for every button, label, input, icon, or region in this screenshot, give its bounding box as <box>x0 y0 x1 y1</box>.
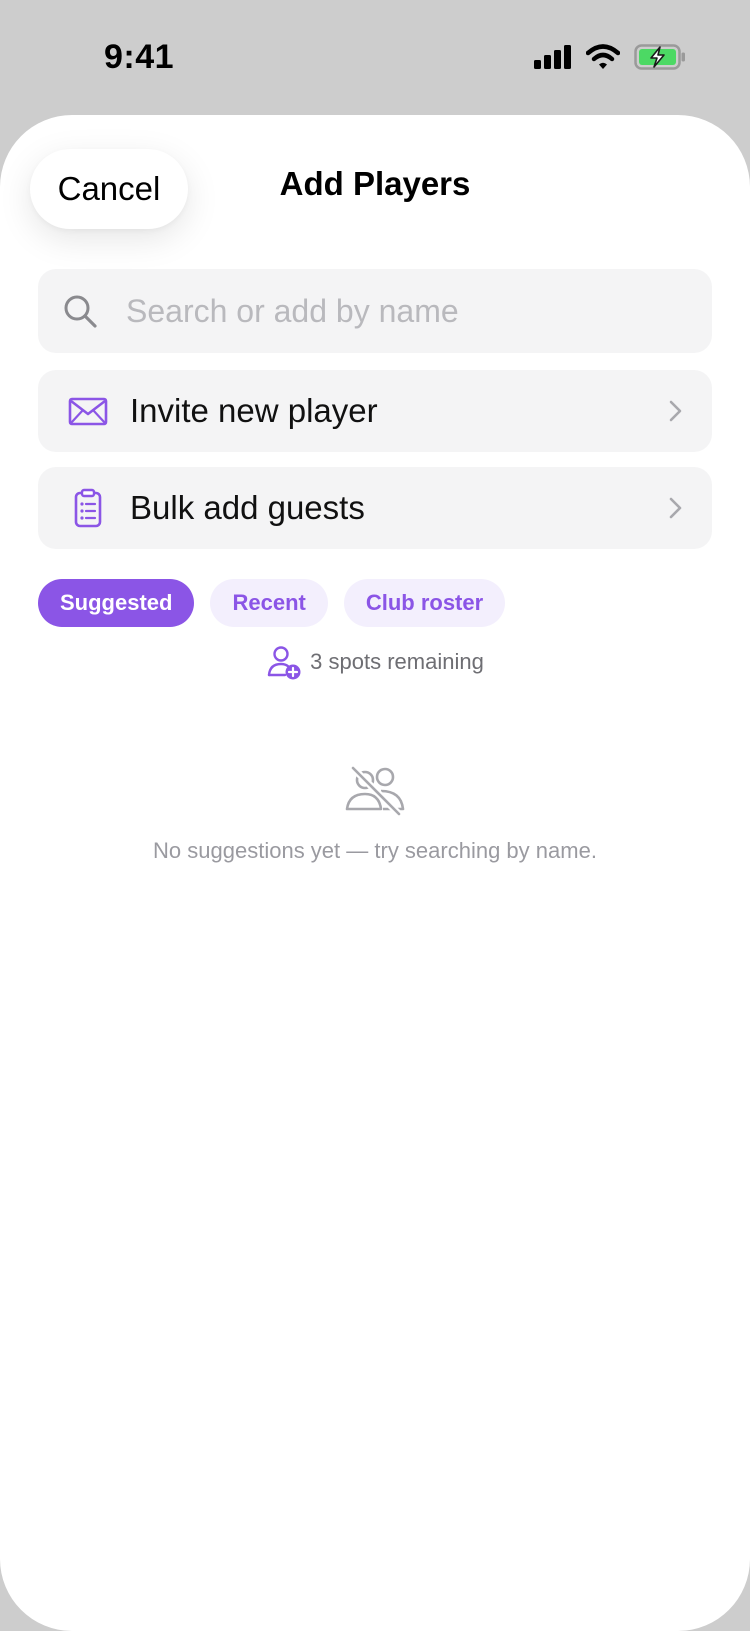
spots-remaining-text: 3 spots remaining <box>310 649 484 674</box>
invite-new-player-row[interactable]: Invite new player <box>38 370 712 452</box>
user-add-icon <box>267 646 301 680</box>
tab-recent[interactable]: Recent <box>210 579 328 627</box>
invite-new-player-label: Invite new player <box>130 392 378 429</box>
add-players-sheet: Cancel Add Players Invite new player <box>0 115 750 1631</box>
page-title: Add Players <box>279 165 471 202</box>
tab-club-roster[interactable]: Club roster <box>343 579 506 627</box>
envelope-icon <box>68 397 108 426</box>
tab-suggested[interactable]: Suggested <box>38 579 195 627</box>
spots-remaining: 3 spots remaining <box>0 644 750 680</box>
empty-state-text: No suggestions yet — try searching by na… <box>153 838 597 863</box>
bulk-add-guests-row[interactable]: Bulk add guests <box>38 467 712 549</box>
chevron-right-icon <box>669 497 682 519</box>
search-icon <box>64 295 97 328</box>
status-icons <box>534 44 686 70</box>
status-time: 9:41 <box>104 38 175 76</box>
status-bar: 9:41 <box>0 0 750 115</box>
users-off-icon <box>345 765 405 816</box>
search-field[interactable] <box>38 269 712 353</box>
battery-charging-icon <box>634 44 685 70</box>
bulk-add-guests-label: Bulk add guests <box>130 489 365 526</box>
clipboard-list-icon <box>74 488 102 528</box>
wifi-icon <box>586 44 620 69</box>
chevron-right-icon <box>669 400 682 422</box>
cellular-signal-icon <box>534 45 571 69</box>
filter-tabs: Suggested Recent Club roster <box>38 579 506 627</box>
search-input[interactable] <box>112 269 706 353</box>
